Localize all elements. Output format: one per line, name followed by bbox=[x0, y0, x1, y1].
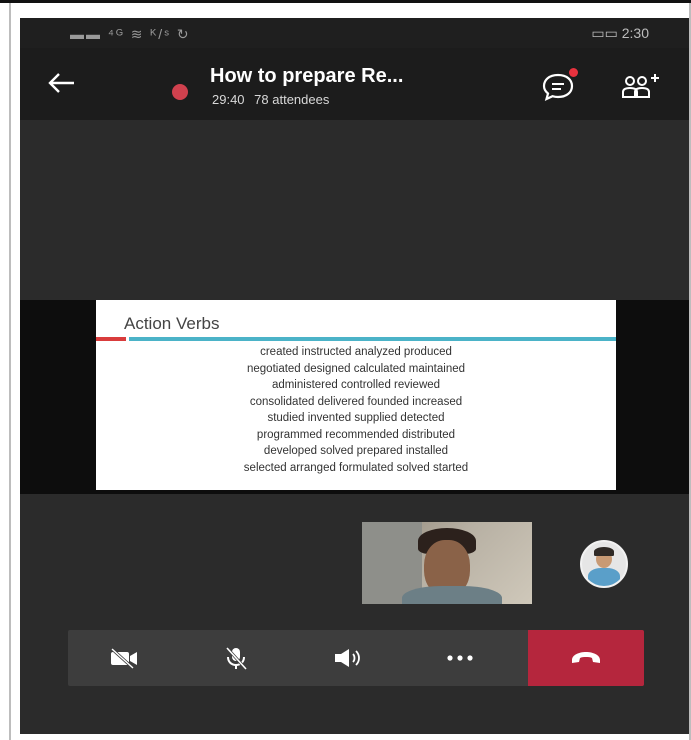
shared-slide: Action Verbs created instructed analyzed… bbox=[96, 300, 616, 490]
add-people-icon bbox=[622, 74, 659, 98]
slide-accent-blue bbox=[129, 337, 616, 341]
meeting-title: How to prepare Re... bbox=[210, 65, 404, 87]
speaker-icon bbox=[335, 649, 360, 667]
frame-left-line bbox=[9, 3, 11, 740]
call-controls-bar bbox=[68, 630, 644, 686]
add-participants-button[interactable] bbox=[618, 70, 662, 104]
meeting-header: How to prepare Re... 29:40 78 attendees bbox=[20, 48, 689, 120]
avatar-body bbox=[588, 568, 620, 586]
more-options-button[interactable] bbox=[404, 630, 516, 686]
slide-line: developed solved prepared installed bbox=[263, 445, 449, 457]
mic-toggle-button[interactable] bbox=[180, 630, 292, 686]
slide-accent-red bbox=[96, 337, 126, 341]
slide-verb-list: created instructed analyzed produced neg… bbox=[96, 344, 616, 476]
status-bar-left: ▬▬ ⁴ᴳ ≋ ᴷ/ˢ ↻ bbox=[70, 26, 191, 42]
recording-dot-icon bbox=[172, 84, 188, 100]
camera-off-icon bbox=[110, 647, 137, 669]
slide-line: studied invented supplied detected bbox=[267, 412, 445, 424]
meeting-subtitle: 29:40 78 attendees bbox=[212, 92, 335, 107]
meeting-stage: Action Verbs created instructed analyzed… bbox=[20, 120, 689, 734]
hang-up-button[interactable] bbox=[528, 630, 644, 686]
slide-line: negotiated designed calculated maintaine… bbox=[246, 362, 466, 375]
participant-body bbox=[402, 586, 502, 604]
slide-line: programmed recommended distributed bbox=[256, 428, 456, 441]
status-bar-clock: ▭▭ 2:30 bbox=[591, 25, 649, 41]
avatar bbox=[580, 540, 628, 588]
screen-share-area: Action Verbs created instructed analyzed… bbox=[20, 300, 689, 494]
phone-screen: ▬▬ ⁴ᴳ ≋ ᴷ/ˢ ↻ ▭▭ 2:30 How to prepare Re.… bbox=[20, 18, 689, 734]
slide-line: consolidated delivered founded increased bbox=[249, 395, 463, 408]
chat-unread-badge bbox=[569, 68, 578, 77]
participant-avatar-tile[interactable] bbox=[540, 522, 689, 604]
participant-video-tile[interactable] bbox=[362, 522, 532, 604]
back-arrow-icon bbox=[48, 73, 74, 93]
mic-off-icon bbox=[225, 646, 248, 671]
slide-title: Action Verbs bbox=[124, 314, 220, 333]
slide-line: created instructed analyzed produced bbox=[260, 346, 452, 358]
frame-top-line bbox=[0, 0, 691, 3]
meeting-attendees: 78 attendees bbox=[254, 92, 330, 107]
hang-up-icon bbox=[572, 652, 600, 663]
chat-button[interactable] bbox=[540, 68, 578, 104]
status-bar: ▬▬ ⁴ᴳ ≋ ᴷ/ˢ ↻ ▭▭ 2:30 bbox=[20, 18, 689, 48]
camera-toggle-button[interactable] bbox=[68, 630, 180, 686]
more-icon bbox=[447, 655, 473, 661]
avatar-hair bbox=[594, 547, 614, 556]
speaker-button[interactable] bbox=[292, 630, 404, 686]
back-button[interactable] bbox=[44, 66, 78, 100]
slide-line: selected arranged formulated solved star… bbox=[243, 461, 469, 474]
slide-line: administered controlled reviewed bbox=[271, 379, 441, 391]
meeting-duration: 29:40 bbox=[212, 92, 245, 107]
